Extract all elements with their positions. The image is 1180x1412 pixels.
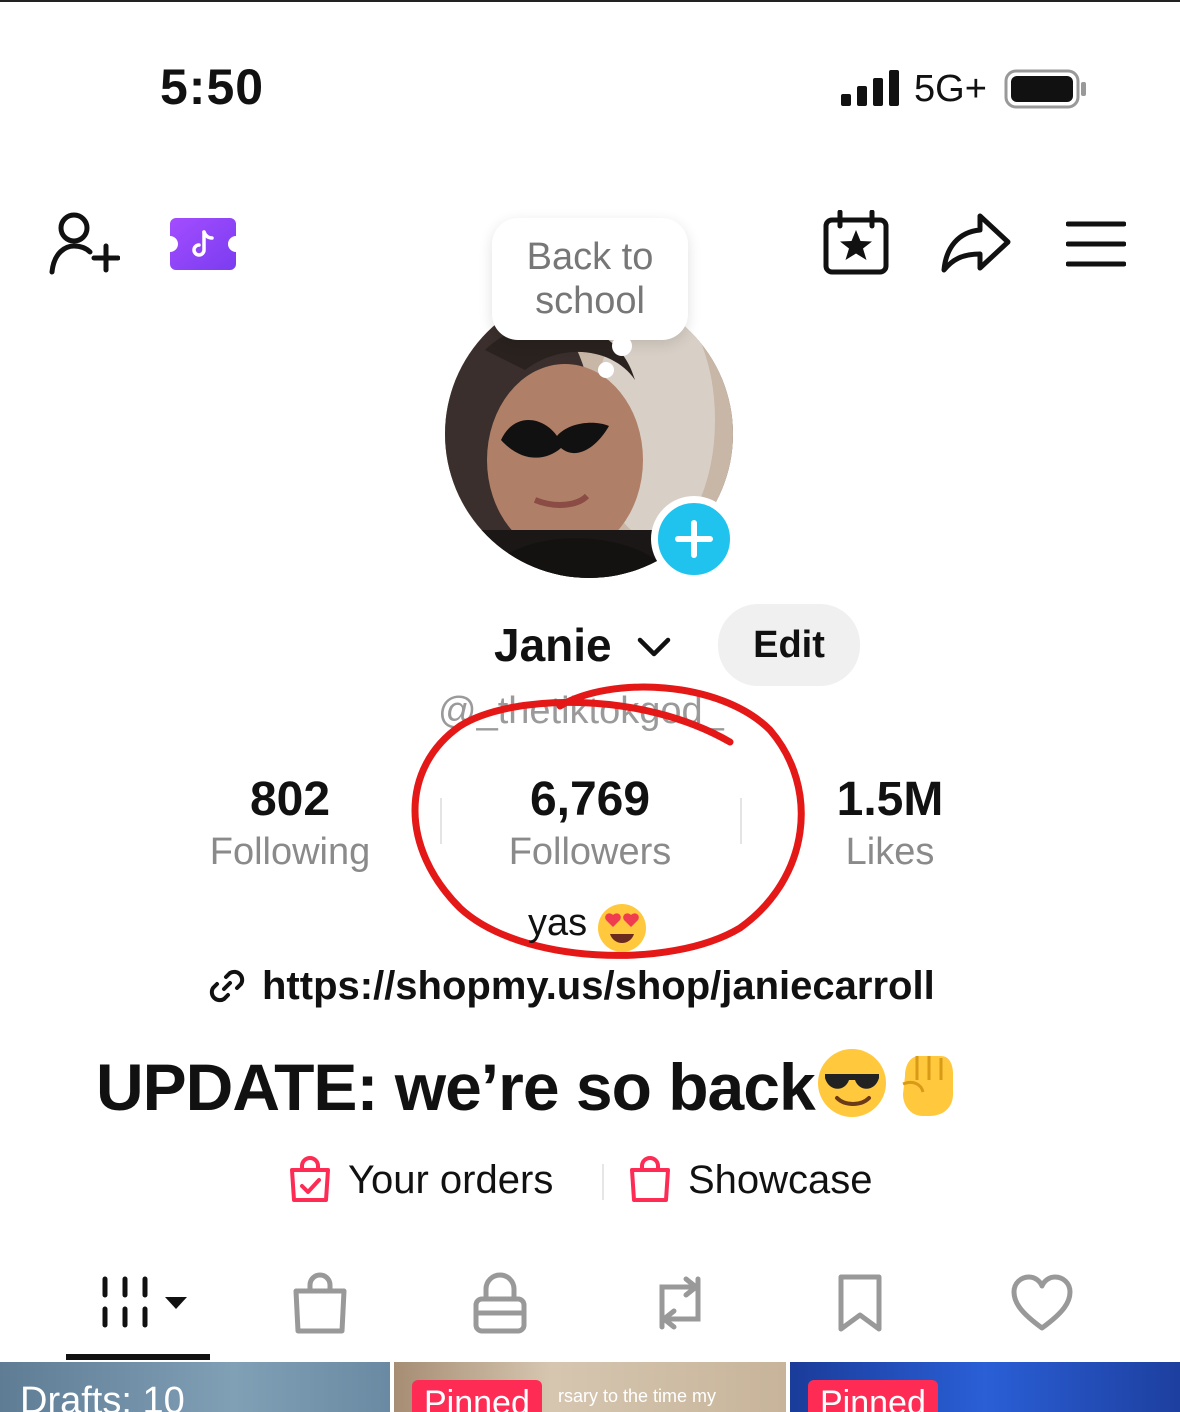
pinned-video-thumbnail[interactable]: Pinned rsary to the time my	[394, 1362, 786, 1412]
your-orders-button[interactable]: Your orders	[288, 1156, 553, 1204]
add-user-icon[interactable]	[48, 208, 120, 278]
heart-eyes-emoji-icon	[598, 904, 646, 952]
menu-icon[interactable]	[1066, 220, 1126, 268]
heart-icon	[1011, 1274, 1073, 1331]
bookmark-icon	[838, 1274, 882, 1332]
tab-liked[interactable]	[990, 1268, 1094, 1338]
video-caption: rsary to the time my	[558, 1386, 717, 1406]
pinned-video-thumbnail[interactable]: Pinned	[790, 1362, 1180, 1412]
pinned-badge: Pinned	[412, 1380, 542, 1412]
tab-shop[interactable]	[270, 1268, 370, 1338]
tab-videos[interactable]	[80, 1268, 200, 1338]
edit-profile-button[interactable]: Edit	[718, 604, 860, 686]
status-time: 5:50	[160, 59, 265, 115]
grid-icon	[102, 1276, 187, 1328]
showcase-bag-icon	[630, 1156, 670, 1202]
stat-followers[interactable]: 6,769 Followers	[470, 772, 710, 876]
share-icon[interactable]	[940, 212, 1012, 274]
your-orders-label: Your orders	[348, 1157, 554, 1202]
stat-likes[interactable]: 1.5M Likes	[770, 772, 1010, 876]
battery-icon	[1004, 69, 1086, 109]
note-bubble-tail	[612, 336, 632, 356]
note-bubble[interactable]: Back to school	[492, 218, 688, 340]
likes-count: 1.5M	[836, 773, 944, 826]
link-icon	[209, 969, 245, 1003]
shop-divider	[602, 1164, 604, 1200]
note-text: Back to school	[526, 236, 654, 322]
top-border	[0, 0, 1180, 2]
stat-divider	[740, 798, 742, 844]
showcase-button[interactable]: Showcase	[628, 1156, 873, 1204]
stat-divider	[440, 798, 442, 844]
tiktok-pass-icon[interactable]	[170, 218, 236, 270]
bio-note-text: yas	[528, 902, 588, 944]
note-bubble-tail-dot	[598, 362, 614, 378]
network-type: 5G+	[914, 68, 987, 110]
bio-headline-text: UPDATE: we’re so back	[96, 1050, 816, 1124]
calendar-star-icon[interactable]	[822, 210, 890, 276]
plus-icon	[675, 520, 713, 558]
signal-icon	[841, 70, 899, 106]
order-bag-icon	[290, 1156, 330, 1202]
bag-icon	[293, 1272, 347, 1334]
username-handle: @_thetiktokgod_	[438, 690, 724, 732]
likes-label: Likes	[845, 831, 935, 873]
drafts-thumbnail[interactable]: Drafts: 10	[0, 1362, 390, 1412]
followers-label: Followers	[508, 831, 672, 873]
tab-private[interactable]	[450, 1268, 550, 1338]
following-label: Following	[209, 831, 371, 873]
bio-link-row[interactable]: https://shopmy.us/shop/janiecarroll	[206, 962, 935, 1010]
active-tab-indicator	[66, 1354, 210, 1360]
bio-headline: UPDATE: we’re so back	[96, 1046, 963, 1125]
stat-following[interactable]: 802 Following	[170, 772, 410, 876]
tab-saved[interactable]	[810, 1268, 910, 1338]
tab-reposts[interactable]	[630, 1268, 730, 1338]
lock-icon	[473, 1272, 527, 1334]
sunglasses-emoji-icon	[817, 1049, 886, 1117]
chevron-down-icon[interactable]	[636, 634, 672, 660]
raised-fist-emoji-icon	[902, 1056, 953, 1116]
bio-link[interactable]: https://shopmy.us/shop/janiecarroll	[262, 964, 935, 1009]
pinned-badge: Pinned	[808, 1380, 938, 1412]
drafts-label: Drafts: 10	[20, 1380, 185, 1412]
profile-name[interactable]: Janie	[494, 618, 612, 672]
repost-icon	[659, 1276, 701, 1330]
add-story-button[interactable]	[651, 496, 737, 582]
showcase-label: Showcase	[688, 1157, 873, 1202]
followers-count: 6,769	[529, 773, 651, 826]
following-count: 802	[249, 773, 331, 826]
